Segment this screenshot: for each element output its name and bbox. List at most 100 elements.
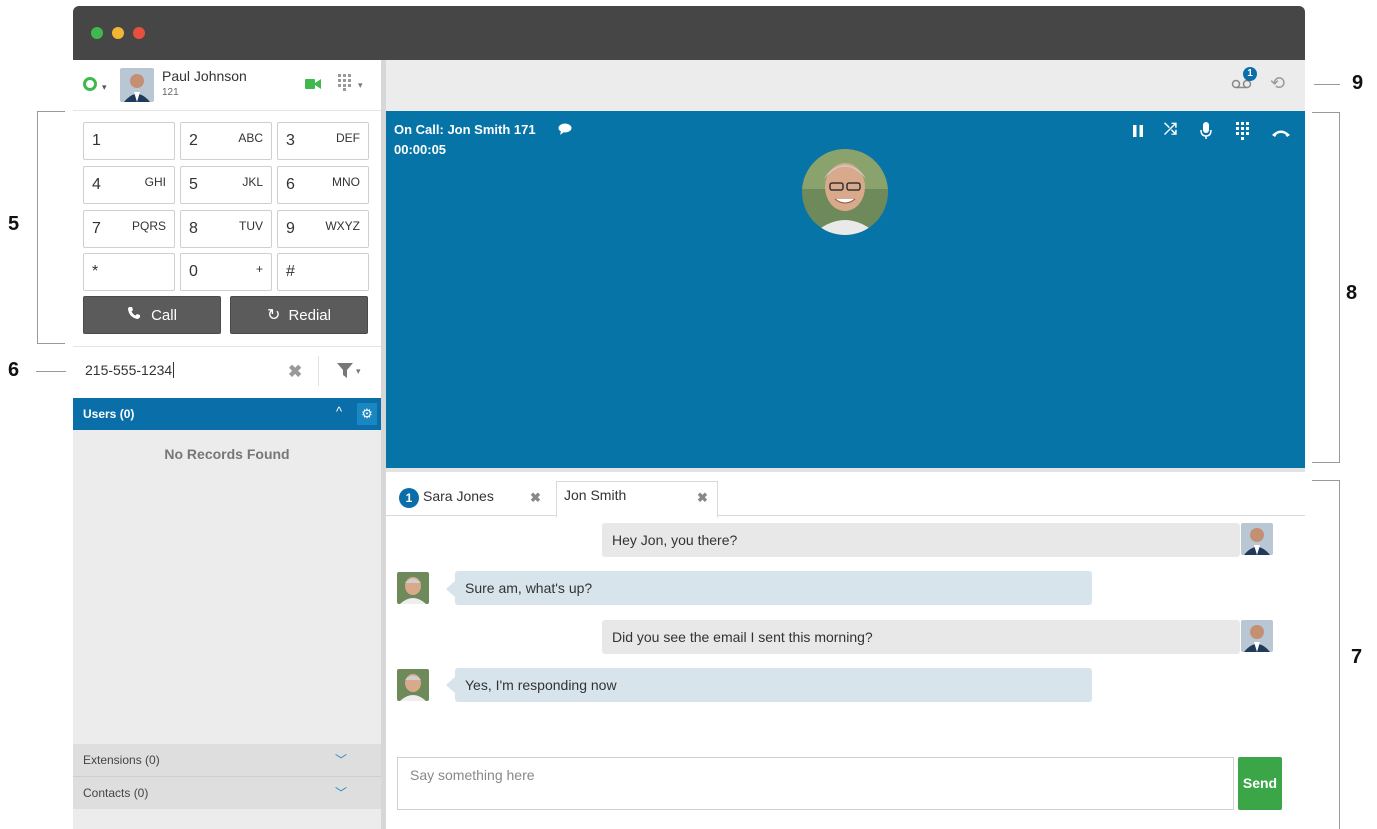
dialpad-key-letters: WXYZ xyxy=(325,219,360,233)
dialpad-key[interactable]: 8 TUV xyxy=(180,210,272,248)
divider xyxy=(318,356,319,386)
avatar xyxy=(397,572,429,604)
hangup-icon[interactable] xyxy=(1271,125,1291,143)
dialpad-key[interactable]: 6 MNO xyxy=(277,166,369,204)
chat-tab-jon-smith[interactable]: Jon Smith ✖ xyxy=(556,481,718,518)
dialpad-key-letters: PQRS xyxy=(131,219,166,233)
chat-message-incoming: Sure am, what's up? xyxy=(455,571,1092,605)
chat-message-outgoing: Did you see the email I sent this mornin… xyxy=(602,620,1240,654)
callout-7: 7 xyxy=(1351,646,1363,668)
dialpad-key-digit: 1 xyxy=(92,132,101,149)
chat-tab-sara-jones[interactable]: 1 Sara Jones ✖ xyxy=(390,482,553,516)
dialpad-key-digit: 3 xyxy=(286,132,295,149)
transfer-shuffle-icon[interactable]: ⤮ xyxy=(1164,121,1177,139)
bubble-tail xyxy=(1220,629,1229,645)
callout-8: 8 xyxy=(1346,282,1358,304)
close-tab-icon[interactable]: ✖ xyxy=(697,490,708,506)
window-close-button[interactable] xyxy=(133,27,145,39)
search-input[interactable]: 215-555-1234 xyxy=(85,362,175,378)
dialpad-key[interactable]: 9 WXYZ xyxy=(277,210,369,248)
call-timer: 00:00:05 xyxy=(394,142,447,157)
history-icon[interactable]: ⟲ xyxy=(1270,73,1285,94)
caller-avatar xyxy=(802,149,888,235)
chat-bubble-icon[interactable] xyxy=(558,122,572,140)
dialpad-key[interactable]: 7 PQRS xyxy=(83,210,175,248)
tab-label: Sara Jones xyxy=(423,488,494,504)
callout-bracket xyxy=(1339,112,1340,462)
clear-search-icon[interactable]: ✖ xyxy=(288,362,302,382)
avatar xyxy=(1241,523,1273,555)
filter-icon[interactable] xyxy=(337,363,353,383)
user-extension: 121 xyxy=(162,87,179,98)
callout-bracket xyxy=(1312,462,1340,463)
dialpad-key[interactable]: 2 ABC xyxy=(180,122,272,160)
dialpad-key-digit: 9 xyxy=(286,220,295,237)
redial-label: Redial xyxy=(288,307,331,324)
users-empty-message: No Records Found xyxy=(164,446,290,462)
callout-6: 6 xyxy=(8,359,20,381)
dialpad-key-letters: + xyxy=(255,262,263,276)
callout-bracket xyxy=(1312,112,1340,113)
dialpad-key[interactable]: * xyxy=(83,253,175,291)
microphone-icon[interactable] xyxy=(1200,122,1212,145)
dialpad-key[interactable]: 4 GHI xyxy=(83,166,175,204)
phone-icon xyxy=(127,297,141,335)
callout-line xyxy=(1314,84,1340,85)
redial-button[interactable]: ↻ Redial xyxy=(230,296,368,334)
extensions-section-header[interactable]: Extensions (0) ﹀ xyxy=(73,744,381,776)
callout-bracket xyxy=(37,343,65,344)
chevron-down-icon[interactable]: ﹀ xyxy=(335,784,347,801)
dialpad-key-letters: GHI xyxy=(144,175,166,189)
window-minimize-button[interactable] xyxy=(112,27,124,39)
contacts-title: Contacts (0) xyxy=(83,786,149,800)
dialpad-key-digit: 5 xyxy=(189,176,198,193)
filter-dropdown-icon[interactable]: ▾ xyxy=(356,366,361,377)
callout-bracket xyxy=(37,111,65,112)
callout-5: 5 xyxy=(8,213,20,235)
unread-badge: 1 xyxy=(399,488,419,508)
presence-dropdown-icon[interactable]: ▾ xyxy=(102,82,107,93)
active-call-panel: On Call: Jon Smith 171 00:00:05 ⤮ xyxy=(386,111,1305,468)
collapse-chevron-up-icon[interactable]: ^ xyxy=(336,404,342,419)
dialpad-key-letters: ABC xyxy=(238,131,263,145)
settings-gear-icon[interactable]: ⚙ xyxy=(357,403,377,425)
dialpad-key-digit: 6 xyxy=(286,176,295,193)
search-input-value: 215-555-1234 xyxy=(85,362,173,378)
dialpad-key-digit: * xyxy=(92,263,99,280)
callout-line xyxy=(36,371,66,372)
send-button[interactable]: Send xyxy=(1238,757,1282,810)
window-maximize-button[interactable] xyxy=(91,27,103,39)
users-section-header[interactable]: Users (0) ^ ⚙ xyxy=(73,398,381,430)
dialpad-key-digit: # xyxy=(286,263,295,280)
dialpad-icon[interactable] xyxy=(1236,122,1250,145)
dialpad-key-letters: JKL xyxy=(242,175,263,189)
dialpad-key[interactable]: 5 JKL xyxy=(180,166,272,204)
chat-message-incoming: Yes, I'm responding now xyxy=(455,668,1092,702)
avatar xyxy=(397,669,429,701)
video-camera-icon[interactable] xyxy=(305,77,321,95)
dialpad-key-letters: MNO xyxy=(332,175,360,189)
dialpad-key[interactable]: 1 xyxy=(83,122,175,160)
extensions-title: Extensions (0) xyxy=(83,753,160,767)
dialpad-key-digit: 7 xyxy=(92,220,101,237)
dialpad-key[interactable]: # xyxy=(277,253,369,291)
call-status: On Call: Jon Smith 171 xyxy=(394,122,536,137)
dialpad-dropdown-icon[interactable]: ▾ xyxy=(358,80,363,91)
pause-icon[interactable] xyxy=(1132,124,1144,143)
callout-bracket xyxy=(1312,480,1340,481)
presence-status-icon[interactable] xyxy=(83,77,97,91)
chat-input-placeholder: Say something here xyxy=(410,767,535,783)
voicemail-badge: 1 xyxy=(1243,67,1257,81)
dialpad-key[interactable]: 0 + xyxy=(180,253,272,291)
close-tab-icon[interactable]: ✖ xyxy=(530,490,541,506)
bubble-tail xyxy=(446,581,455,597)
chat-message-input[interactable]: Say something here xyxy=(397,757,1234,810)
contacts-section-header[interactable]: Contacts (0) ﹀ xyxy=(73,777,381,809)
dialpad-key-letters: TUV xyxy=(239,219,263,233)
callout-9: 9 xyxy=(1352,72,1364,94)
chevron-down-icon[interactable]: ﹀ xyxy=(335,751,347,768)
refresh-icon: ↻ xyxy=(267,307,281,324)
call-button[interactable]: Call xyxy=(83,296,221,334)
dialpad-toggle-icon[interactable] xyxy=(337,73,353,96)
dialpad-key[interactable]: 3 DEF xyxy=(277,122,369,160)
